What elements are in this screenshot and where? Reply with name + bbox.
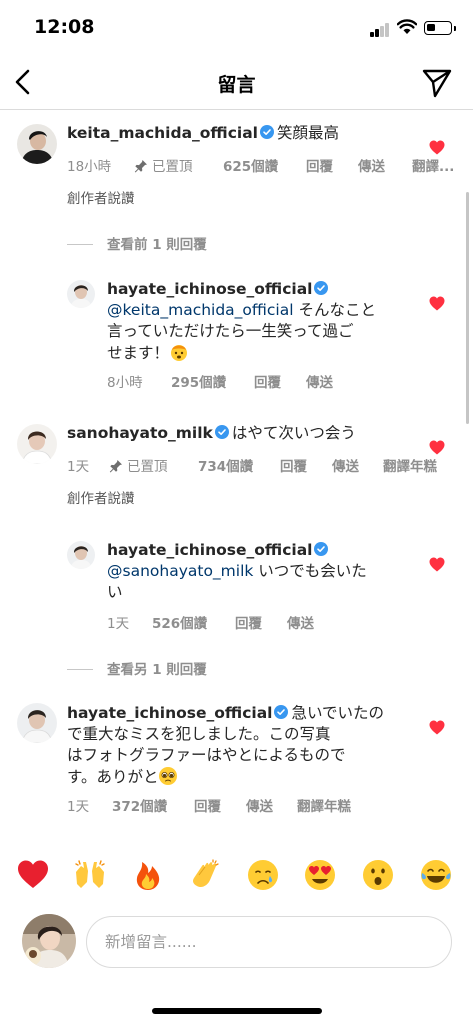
reply-time: 1天 [107,616,130,632]
heart-icon[interactable] [429,296,445,311]
send-button[interactable]: 傳送 [332,455,359,475]
comment-username[interactable]: keita_machida_official [67,124,258,142]
status-bar: 12:08 [0,0,473,56]
reply-button[interactable]: 回覆 [306,155,333,175]
home-indicator[interactable] [152,1008,322,1014]
creator-liked-label: 創作者說讚 [67,491,135,507]
avatar[interactable] [67,541,95,569]
my-avatar[interactable] [22,914,76,968]
view-replies-button[interactable]: 查看另 1 則回覆 [67,658,207,678]
translate-button[interactable]: 翻譯... [412,155,454,175]
comment-time: 1天 [67,459,90,475]
battery-icon [424,21,456,35]
heart-icon[interactable] [429,720,445,735]
heart-icon[interactable] [429,557,445,572]
header-bar: 留言 [0,56,473,110]
comment-meta: 1天 372個讚 回覆 傳送 翻譯年糕 [67,795,467,815]
avatar[interactable] [17,703,57,743]
view-replies-button[interactable]: 查看前 1 則回覆 [67,233,207,253]
pin-icon [134,160,147,173]
avatar[interactable] [67,280,95,308]
comment-username[interactable]: sanohayato_milk [67,424,213,442]
cellular-signal-icon [370,23,390,37]
send-button[interactable]: 傳送 [246,795,273,815]
send-icon[interactable] [421,68,453,98]
creator-liked-label: 創作者說讚 [67,191,135,207]
comment-body: 笑顔最高 [277,124,340,142]
comment-meta: 18小時 已置頂 625個讚 回覆 傳送 翻譯... [67,155,467,175]
fire-emoji-icon[interactable] [131,858,165,892]
pinned-label: 已置頂 [134,155,193,175]
reply-text: hayate_ichinose_official @sanohayato_mil… [107,541,367,601]
red-heart-emoji-icon[interactable] [16,858,50,892]
likes-count[interactable]: 625個讚 [223,155,278,175]
pin-icon [109,460,122,473]
comment-body: はやて次いつ会う [231,424,356,442]
heart-icon[interactable] [429,440,445,455]
likes-count[interactable]: 526個讚 [152,612,207,632]
heart-icon[interactable] [429,140,445,155]
comment-text: keita_machida_official 笑顔最高 [67,123,397,144]
heart-eyes-emoji-icon[interactable] [303,858,337,892]
wifi-icon [397,19,417,34]
verified-badge-icon [314,542,329,556]
comment-text: sanohayato_milk はやて次いつ会う [67,423,407,444]
likes-count[interactable]: 295個讚 [171,371,226,391]
page-title: 留言 [217,74,256,96]
comment-meta: 1天 已置頂 734個讚 回覆 傳送 翻譯年糕 [67,455,467,475]
verified-badge-icon [274,705,289,719]
reply-meta: 1天 526個讚 回覆 傳送 [107,612,447,632]
status-time: 12:08 [34,16,95,38]
avatar[interactable] [17,424,57,464]
reply-username[interactable]: hayate_ichinose_official [107,280,312,298]
send-button[interactable]: 傳送 [306,371,333,391]
raising-hands-emoji-icon[interactable] [73,858,107,892]
tears-of-joy-emoji-icon[interactable] [419,858,453,892]
crying-face-emoji-icon[interactable] [246,858,280,892]
comment-time: 1天 [67,799,90,815]
avatar[interactable] [17,124,57,164]
add-comment-input[interactable]: 新增留言...... [86,916,452,968]
send-button[interactable]: 傳送 [287,612,314,632]
scrollbar[interactable] [466,192,469,424]
reply-text: hayate_ichinose_official @keita_machida_… [107,280,376,362]
reply-button[interactable]: 回覆 [280,455,307,475]
verified-badge-icon [260,125,274,139]
comment-time: 18小時 [67,159,112,175]
quick-reactions-bar [0,858,473,900]
reply-time: 8小時 [107,375,143,391]
astonished-face-emoji-icon[interactable] [361,858,395,892]
reply-username[interactable]: hayate_ichinose_official [107,541,312,559]
verified-badge-icon [314,281,329,295]
mention-link[interactable]: @sanohayato_milk [107,562,253,580]
send-button[interactable]: 傳送 [358,155,385,175]
mention-link[interactable]: @keita_machida_official [107,301,294,319]
pinned-label: 已置頂 [109,455,168,475]
likes-count[interactable]: 372個讚 [112,795,167,815]
pleading-face-emoji-icon [159,767,178,785]
verified-badge-icon [214,425,229,439]
translate-button[interactable]: 翻譯年糕 [297,795,351,815]
comment-text: hayate_ichinose_official 急いでいたの で重大なミスを犯し… [67,704,385,786]
translate-button[interactable]: 翻譯年糕 [383,455,437,475]
comment-username[interactable]: hayate_ichinose_official [67,704,272,722]
reply-button[interactable]: 回覆 [254,371,281,391]
reply-meta: 8小時 295個讚 回覆 傳送 [107,371,447,391]
likes-count[interactable]: 734個讚 [198,455,253,475]
clapping-hands-emoji-icon[interactable] [188,858,222,892]
exploding-head-emoji-icon [171,345,188,361]
reply-button[interactable]: 回覆 [235,612,262,632]
reply-button[interactable]: 回覆 [194,795,221,815]
